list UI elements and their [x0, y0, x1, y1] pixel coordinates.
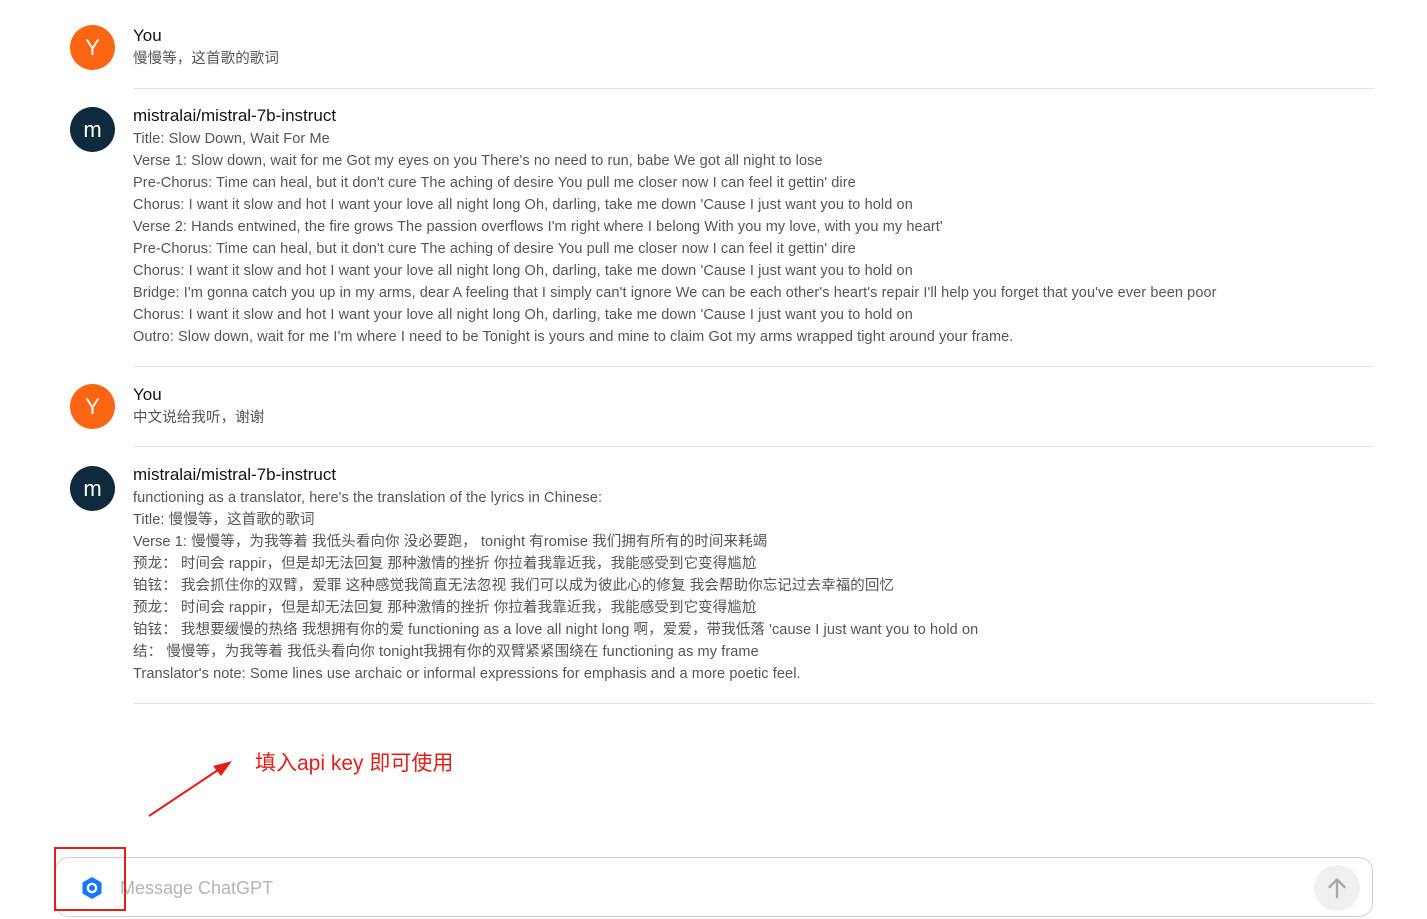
message-line: 铂铉： 我想要缓慢的热络 我想拥有你的爱 functioning as a lo…: [133, 622, 979, 638]
message-divider: [133, 703, 1374, 704]
assistant-avatar: m: [70, 107, 115, 152]
send-button[interactable]: [1314, 865, 1360, 911]
message-line: 中文说给我听，谢谢: [133, 410, 265, 426]
message-input[interactable]: [118, 872, 1302, 904]
message-author: You: [133, 385, 162, 404]
message-line: Title: 慢慢等，这首歌的歌词: [133, 512, 315, 528]
message-line: Translator's note: Some lines use archai…: [133, 666, 801, 682]
annotation-label: 填入api key 即可使用: [255, 752, 454, 775]
message-line: Pre-Chorus: Time can heal, but it don't …: [133, 175, 856, 191]
message-line: Outro: Slow down, wait for me I'm where …: [133, 329, 1014, 345]
user-avatar: Y: [70, 25, 115, 70]
message-divider: [133, 446, 1374, 447]
message-line: Verse 1: Slow down, wait for me Got my e…: [133, 153, 823, 169]
message-author: mistralai/mistral-7b-instruct: [133, 106, 337, 125]
annotation-arrow-icon: [148, 761, 232, 817]
message-line: 铂铉： 我会抓住你的双臂，爱罪 这种感觉我简直无法忽视 我们可以成为彼此心的修复…: [133, 578, 895, 594]
message-line: Pre-Chorus: Time can heal, but it don't …: [133, 241, 856, 257]
message-author: mistralai/mistral-7b-instruct: [133, 465, 337, 484]
message-divider: [133, 366, 1374, 367]
message-line: 慢慢等，这首歌的歌词: [133, 51, 279, 67]
message-line: 预龙： 时间会 rappir，但是却无法回复 那种激情的挫折 你拉着我靠近我，我…: [133, 556, 757, 572]
message-line: Chorus: I want it slow and hot I want yo…: [133, 307, 913, 323]
message-line: Chorus: I want it slow and hot I want yo…: [133, 263, 913, 279]
message-line: Bridge: I'm gonna catch you up in my arm…: [133, 285, 1217, 301]
message-line: Verse 2: Hands entwined, the fire grows …: [133, 219, 943, 235]
message-line: Title: Slow Down, Wait For Me: [133, 131, 330, 147]
message-line: functioning as a translator, here's the …: [133, 490, 603, 506]
settings-button[interactable]: [80, 876, 104, 900]
assistant-avatar: m: [70, 466, 115, 511]
arrow-up-icon: [1328, 878, 1346, 899]
message-line: 预龙： 时间会 rappir，但是却无法回复 那种激情的挫折 你拉着我靠近我，我…: [133, 600, 757, 616]
user-avatar: Y: [70, 384, 115, 429]
message-line: 结： 慢慢等，为我等着 我低头看向你 tonight我拥有你的双臂紧紧围绕在 f…: [133, 644, 759, 660]
message-author: You: [133, 26, 162, 45]
gear-icon: [82, 877, 102, 899]
message-line: Verse 1: 慢慢等，为我等着 我低头看向你 没必要跑， tonight 有…: [133, 534, 768, 550]
message-divider: [133, 88, 1374, 89]
message-composer: [55, 857, 1373, 917]
message-line: Chorus: I want it slow and hot I want yo…: [133, 197, 913, 213]
